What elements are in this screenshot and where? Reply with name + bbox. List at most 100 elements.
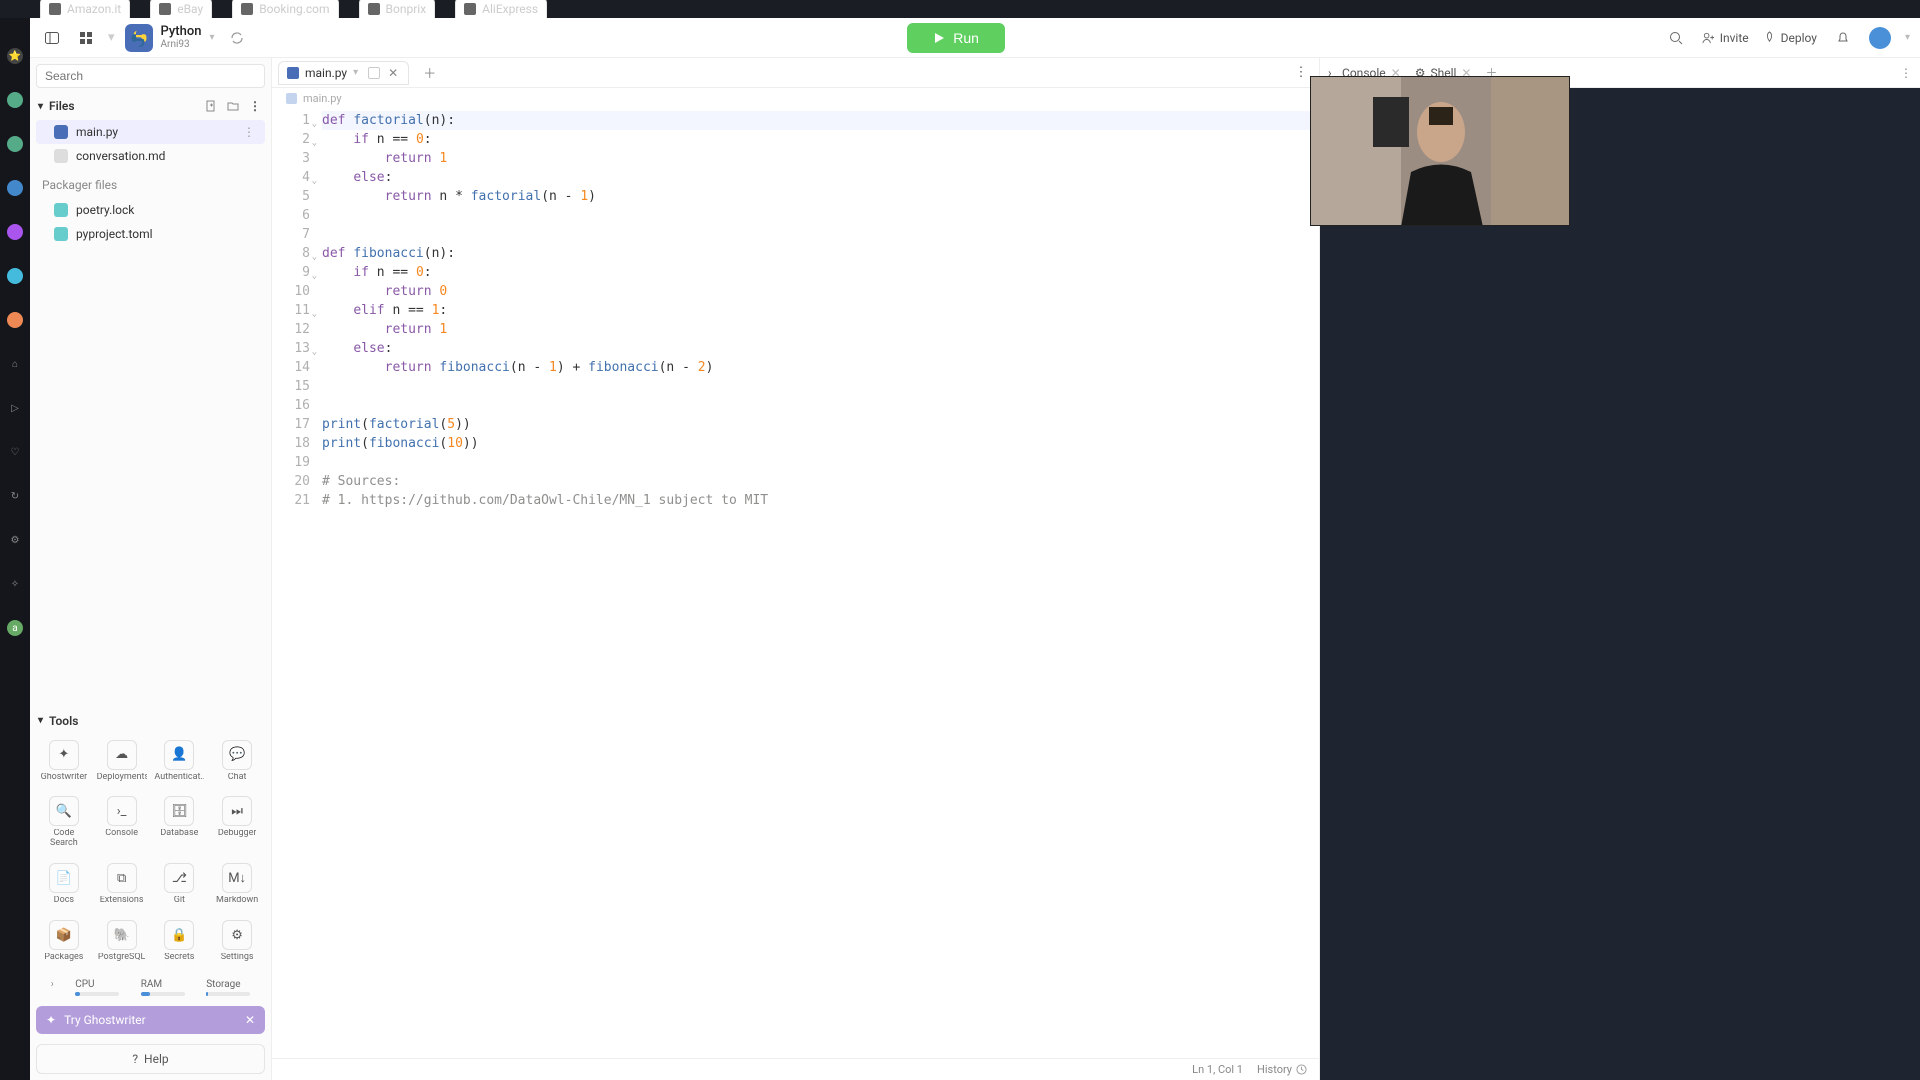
tool-chat[interactable]: 💬Chat — [209, 734, 265, 789]
tool-docs[interactable]: 📄Docs — [36, 857, 92, 912]
deploy-button[interactable]: Deploy — [1763, 31, 1817, 45]
tool-icon: ✦ — [49, 740, 79, 770]
tool-label: Deployments — [97, 773, 147, 783]
editor-status-bar: Ln 1, Col 1 History — [272, 1058, 1319, 1080]
add-tab-button[interactable]: ＋ — [417, 61, 442, 84]
tool-packages[interactable]: 📦Packages — [36, 914, 92, 969]
files-section-header[interactable]: ▾ Files ⋮ — [30, 94, 271, 118]
new-file-icon[interactable] — [203, 98, 219, 114]
tool-markdown[interactable]: M↓Markdown — [209, 857, 265, 912]
python-file-icon — [287, 67, 299, 79]
activity-icon[interactable] — [7, 92, 23, 108]
tool-console[interactable]: ›_Console — [94, 790, 150, 855]
console-output[interactable]: 120 55 — [1320, 88, 1920, 1080]
file-item-pyproject-toml[interactable]: pyproject.toml — [36, 222, 265, 246]
tool-icon: 🐘 — [107, 920, 137, 950]
sparkle-icon: ✦ — [46, 1013, 56, 1027]
tool-label: Authenticat... — [154, 773, 204, 783]
tools-section-header[interactable]: ▾ Tools — [30, 710, 271, 732]
sync-icon[interactable] — [225, 26, 249, 50]
more-icon[interactable]: ⋮ — [243, 125, 255, 139]
activity-icon[interactable]: ↻ — [7, 488, 23, 504]
tool-label: Code Search — [39, 829, 89, 849]
tool-icon: ⚙ — [222, 920, 252, 950]
history-icon — [1296, 1064, 1307, 1075]
search-icon[interactable] — [1664, 26, 1688, 50]
tool-label: Settings — [221, 953, 254, 963]
bell-icon[interactable] — [1831, 26, 1855, 50]
toml-file-icon — [54, 227, 68, 241]
tool-label: Debugger — [218, 829, 257, 839]
tool-settings[interactable]: ⚙ Settings — [209, 914, 265, 969]
project-title: Python — [161, 25, 202, 39]
chevron-down-icon[interactable]: ▾ — [353, 67, 358, 78]
expand-icon[interactable]: › — [51, 979, 54, 996]
activity-icon[interactable]: ✧ — [7, 576, 23, 592]
project-owner: Arni93 — [161, 39, 202, 50]
activity-icon[interactable]: ▷ — [7, 400, 23, 416]
tool-database[interactable]: 🗄Database — [152, 790, 208, 855]
sidebar-toggle-icon[interactable] — [40, 26, 64, 50]
ram-label: RAM — [141, 979, 162, 990]
tool-icon: 🗄 — [164, 796, 194, 826]
tool-label: Secrets — [164, 953, 194, 963]
tool-label: Docs — [54, 896, 74, 906]
close-icon[interactable]: ✕ — [245, 1013, 255, 1027]
ghostwriter-banner[interactable]: ✦ Try Ghostwriter ✕ — [36, 1006, 265, 1034]
file-item-poetry-lock[interactable]: poetry.lock — [36, 198, 265, 222]
tool-icon: ›_ — [107, 796, 137, 826]
activity-icon[interactable] — [7, 312, 23, 328]
cursor-position: Ln 1, Col 1 — [1192, 1063, 1243, 1076]
activity-icon[interactable] — [7, 136, 23, 152]
file-item-conversation-md[interactable]: conversation.md — [36, 144, 265, 168]
tool-authenticat-[interactable]: 👤 Authenticat... — [152, 734, 208, 789]
storage-label: Storage — [206, 979, 240, 990]
play-icon — [933, 32, 945, 44]
activity-icon[interactable]: ⭐ — [7, 48, 23, 64]
code-editor[interactable]: 1⌄2⌄34⌄5678⌄9⌄1011⌄1213⌄1415161718192021… — [272, 109, 1319, 1058]
activity-icon[interactable]: a — [7, 620, 23, 636]
project-selector[interactable]: Python Arni93 ▾ — [125, 24, 215, 52]
left-activity-bar: ⭐ ⌂ ▷ ♡ ↻ ⚙ ✧ a — [0, 18, 30, 1080]
tool-deployments[interactable]: ☁ Deployments — [94, 734, 150, 789]
tool-ghostwriter[interactable]: ✦ Ghostwriter — [36, 734, 92, 789]
tool-icon: ☁ — [107, 740, 137, 770]
history-button[interactable]: History — [1257, 1063, 1307, 1076]
activity-icon[interactable] — [7, 224, 23, 240]
tool-label: Ghostwriter — [41, 773, 88, 783]
python-logo-icon — [125, 24, 153, 52]
close-tab-icon[interactable]: ✕ — [386, 66, 400, 80]
gear-icon[interactable]: ⚙ — [7, 532, 23, 548]
tool-icon: 👤 — [164, 740, 194, 770]
tool-code-search[interactable]: 🔍Code Search — [36, 790, 92, 855]
tool-postgresql[interactable]: 🐘PostgreSQL — [94, 914, 150, 969]
cpu-label: CPU — [75, 979, 94, 990]
more-icon[interactable]: ⋮ — [247, 98, 263, 114]
file-item-main-py[interactable]: main.py ⋮ — [36, 120, 265, 144]
editor-tab-main-py[interactable]: main.py ▾ ✕ — [278, 61, 409, 85]
tool-icon: ⧉ — [107, 863, 137, 893]
tool-extensions[interactable]: ⧉Extensions — [94, 857, 150, 912]
editor-panel: main.py ▾ ✕ ＋ ⋮ main.py 1⌄2⌄34⌄5678⌄9⌄10… — [272, 58, 1320, 1080]
layout-icon[interactable] — [74, 26, 98, 50]
tool-debugger[interactable]: ⏭Debugger — [209, 790, 265, 855]
search-input[interactable] — [36, 64, 265, 88]
tool-secrets[interactable]: 🔒Secrets — [152, 914, 208, 969]
file-sidebar: ▾ Files ⋮ main.py ⋮ — [30, 58, 272, 1080]
resource-meter: › CPU RAM Storage — [30, 975, 271, 1000]
user-avatar[interactable] — [1869, 27, 1891, 49]
activity-icon[interactable] — [7, 268, 23, 284]
webcam-overlay[interactable] — [1310, 76, 1570, 226]
activity-icon[interactable]: ⌂ — [7, 356, 23, 372]
more-icon[interactable]: ⋮ — [1900, 66, 1912, 80]
invite-button[interactable]: Invite — [1702, 31, 1749, 45]
tool-icon: ⎇ — [164, 863, 194, 893]
new-folder-icon[interactable] — [225, 98, 241, 114]
split-icon[interactable] — [368, 67, 380, 79]
run-button[interactable]: Run — [907, 23, 1005, 53]
tool-git[interactable]: ⎇Git — [152, 857, 208, 912]
activity-icon[interactable]: ♡ — [7, 444, 23, 460]
help-icon: ? — [132, 1052, 138, 1066]
activity-icon[interactable] — [7, 180, 23, 196]
help-button[interactable]: ? Help — [36, 1044, 265, 1074]
